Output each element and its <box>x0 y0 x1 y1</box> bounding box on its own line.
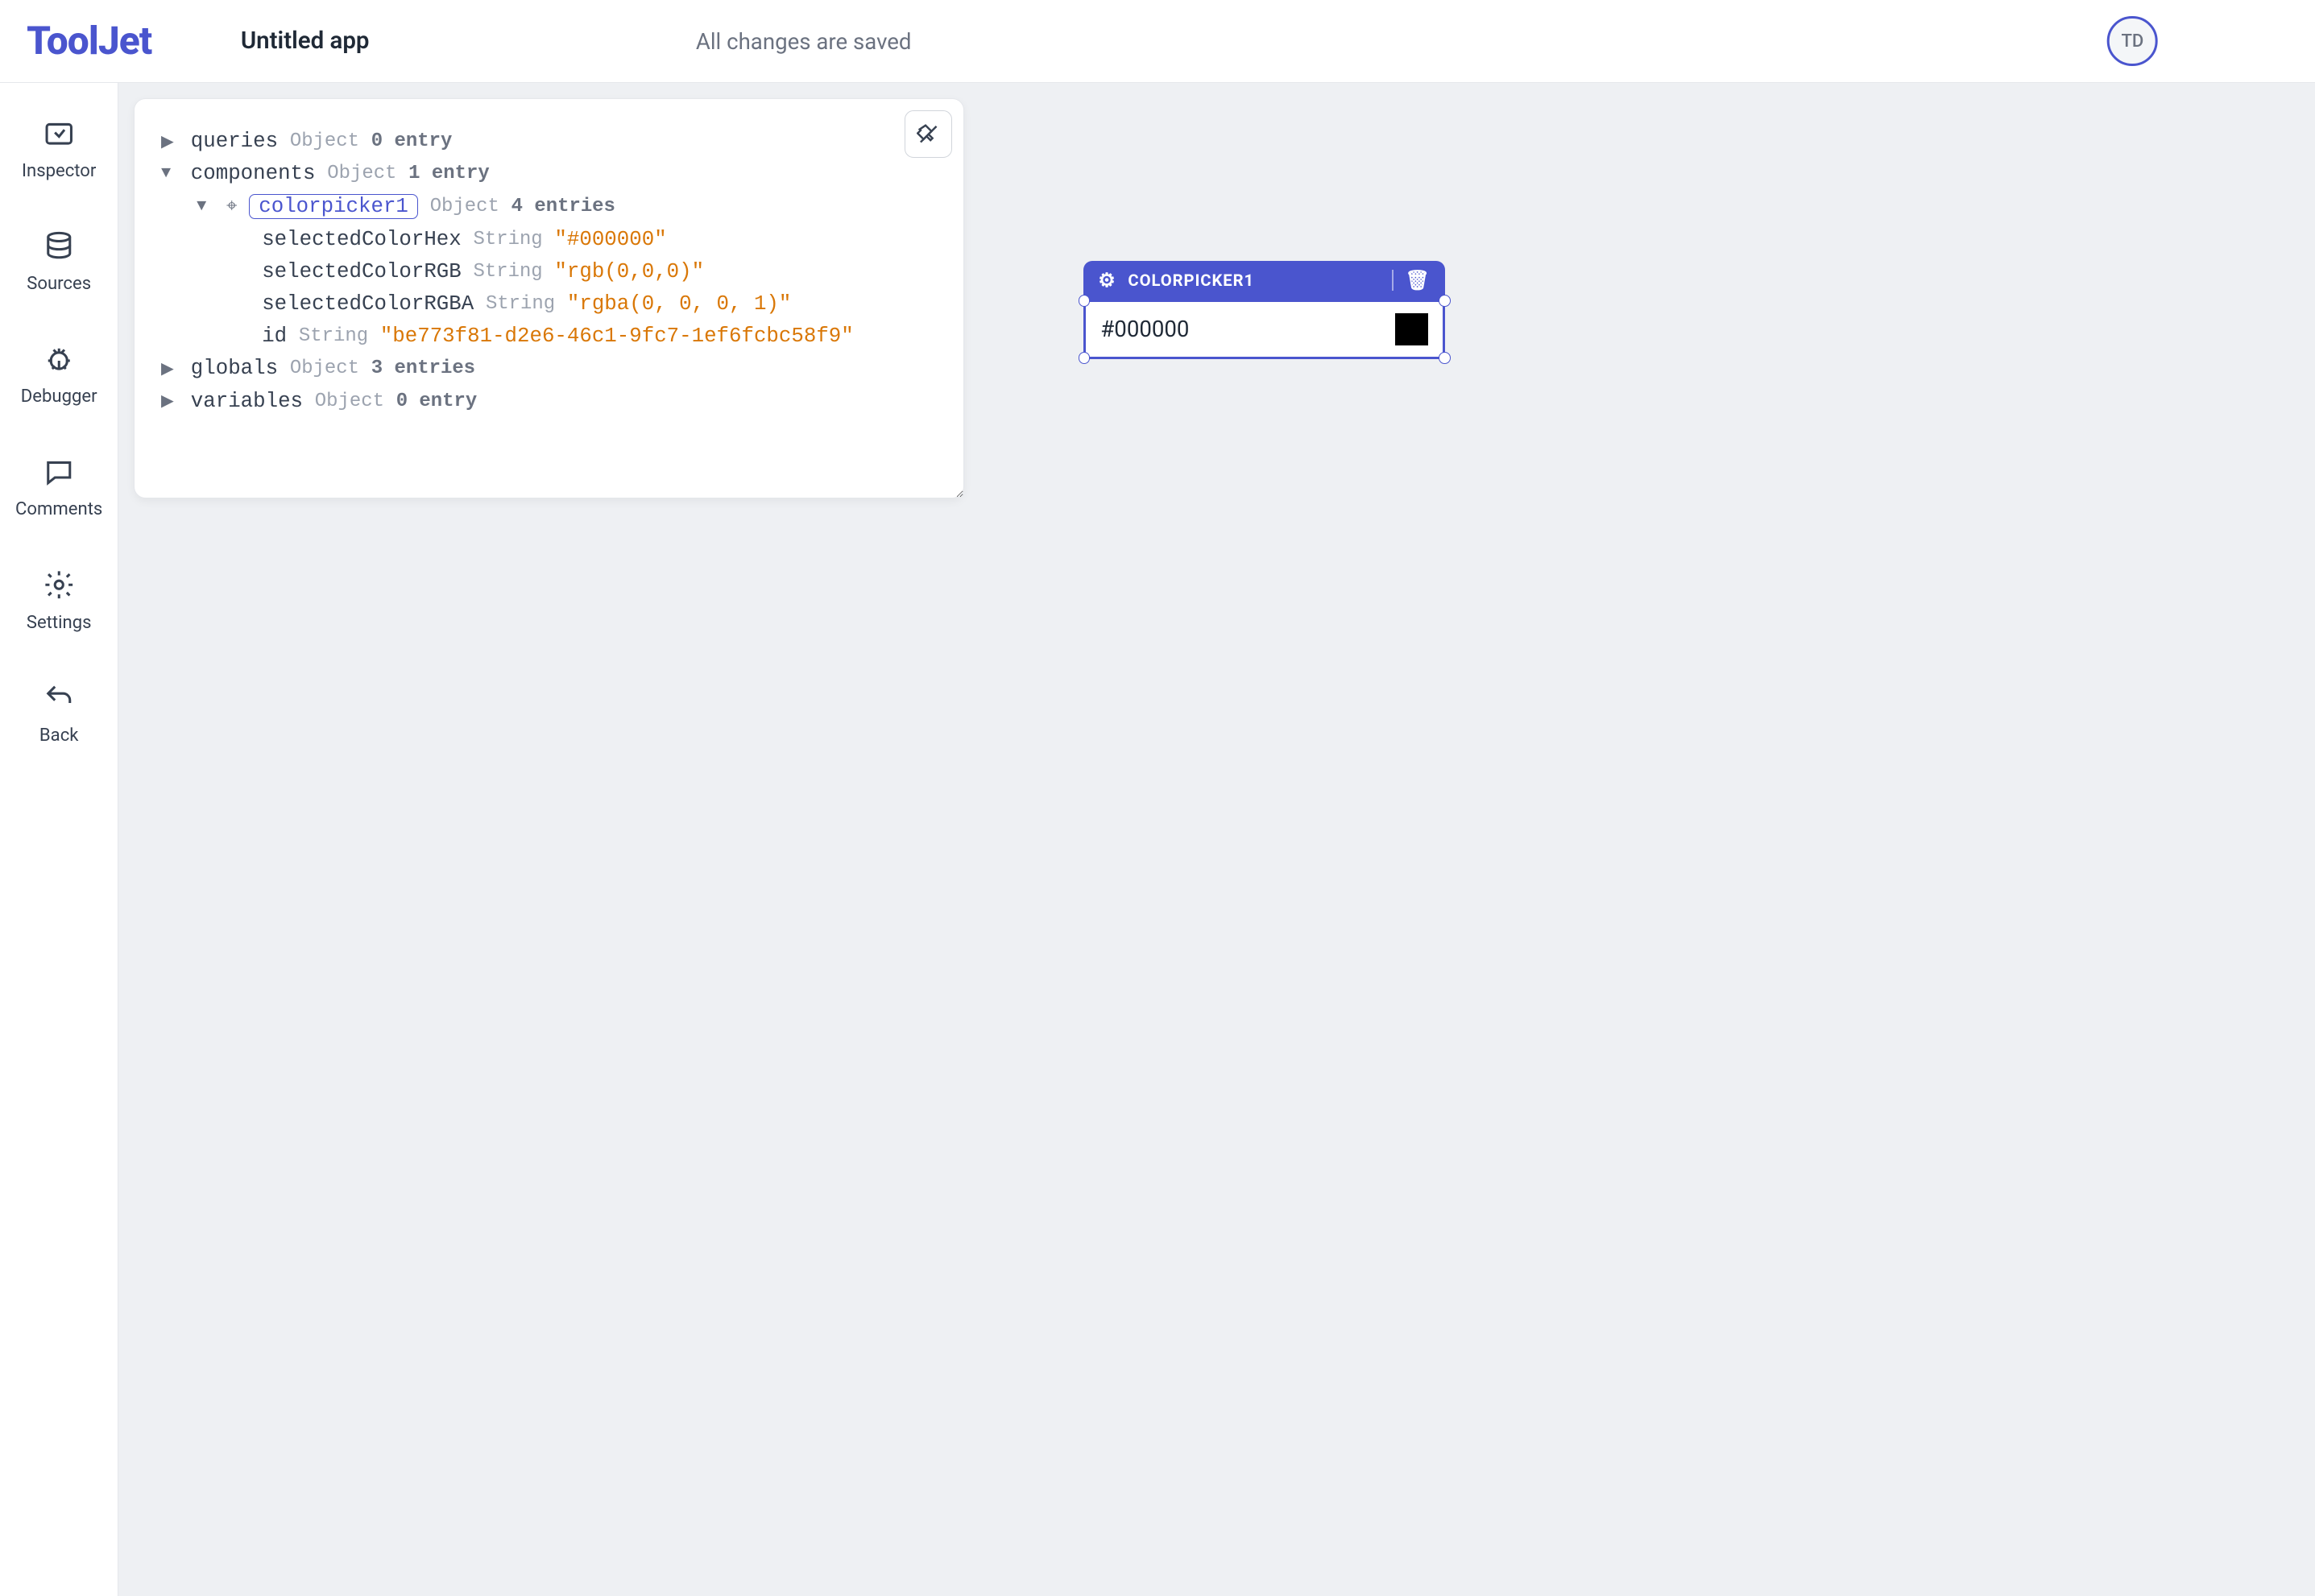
inspector-panel: ▶ queries Object 0 entry ▼ components Object 1 … <box>134 98 965 498</box>
tree-count: 3 entries <box>371 358 475 379</box>
brand-logo[interactable]: ToolJet <box>27 19 151 64</box>
rail-item-sources[interactable]: Sources <box>0 220 118 303</box>
gear-icon <box>41 567 77 602</box>
rail-item-debugger[interactable]: Debugger <box>0 333 118 416</box>
trash-icon[interactable]: 🗑 <box>1406 269 1431 291</box>
rail-item-inspector[interactable]: Inspector <box>0 107 118 190</box>
tree-type: Object <box>315 391 384 412</box>
caret-right-icon[interactable]: ▶ <box>161 358 179 379</box>
back-arrow-icon <box>41 680 77 716</box>
tree-row[interactable]: ▶ globals Object 3 entries <box>147 353 940 385</box>
resize-handle-br[interactable] <box>1439 352 1451 364</box>
rail-label: Inspector <box>22 160 96 181</box>
component-badge[interactable]: colorpicker1 <box>249 194 418 219</box>
canvas[interactable]: ▶ queries Object 0 entry ▼ components Object 1 … <box>118 83 2315 1596</box>
tree-row[interactable]: ▶ variables Object 0 entry <box>147 385 940 417</box>
chat-icon <box>41 454 77 490</box>
avatar[interactable]: TD <box>2107 16 2158 67</box>
database-icon <box>41 229 77 264</box>
bug-icon <box>41 341 77 377</box>
tree-type: Object <box>290 130 359 152</box>
tree-row[interactable]: ▼ components Object 1 entry <box>147 158 940 190</box>
left-rail: Inspector Sources Debugger Comments Sett… <box>0 83 118 1596</box>
tree-key: selectedColorRGBA <box>262 292 474 316</box>
link-icon: ⌖ <box>226 196 237 218</box>
rail-label: Back <box>39 725 79 746</box>
color-swatch[interactable] <box>1395 313 1428 346</box>
tree-row[interactable]: selectedColorHex String "#000000" <box>147 224 940 256</box>
rail-item-comments[interactable]: Comments <box>0 445 118 528</box>
tree-count: 0 entry <box>396 391 478 412</box>
tree-type: String <box>473 261 542 283</box>
tree-count: 0 entry <box>371 130 453 152</box>
tree-row[interactable]: id String "be773f81-d2e6-46c1-9fc7-1ef6fcb… <box>147 320 940 353</box>
tree-type: Object <box>327 163 396 184</box>
tree-type: Object <box>430 196 499 217</box>
tree-type: String <box>473 229 542 250</box>
save-status: All changes are saved <box>696 28 912 55</box>
resize-handle-tl[interactable] <box>1079 295 1091 307</box>
tree-type: String <box>486 293 555 315</box>
resize-handle-tr[interactable] <box>1439 295 1451 307</box>
resize-handle-bl[interactable] <box>1079 352 1091 364</box>
tree-count: 1 entry <box>408 163 490 184</box>
tree-row[interactable]: selectedColorRGB String "rgb(0,0,0)" <box>147 256 940 288</box>
tree-key: selectedColorRGB <box>262 260 462 283</box>
tree-type: String <box>299 325 368 347</box>
tree-row[interactable]: ▼ ⌖ colorpicker1 Object 4 entries <box>147 190 940 224</box>
tree-key: queries <box>191 130 278 153</box>
rail-label: Comments <box>15 498 102 519</box>
component-header-label: COLORPICKER1 <box>1128 271 1254 290</box>
divider <box>1392 270 1394 291</box>
rail-item-settings[interactable]: Settings <box>0 558 118 641</box>
tree-value: "rgba(0, 0, 0, 1)" <box>567 292 791 316</box>
tree-value: "rgb(0,0,0)" <box>554 260 704 283</box>
tree-row[interactable]: selectedColorRGBA String "rgba(0, 0, 0, 1)… <box>147 288 940 320</box>
inspector-icon <box>41 116 77 151</box>
tree-value: "be773f81-d2e6-46c1-9fc7-1ef6fcbc58f9" <box>380 325 854 348</box>
rail-item-back[interactable]: Back <box>0 672 118 755</box>
tree-key: globals <box>191 357 278 380</box>
tree-key: variables <box>191 390 303 413</box>
tree-type: Object <box>290 358 359 379</box>
tree-key: selectedColorHex <box>262 228 462 251</box>
rail-label: Settings <box>27 612 92 633</box>
canvas-component-colorpicker[interactable]: ⚙ COLORPICKER1 🗑 #000000 <box>1083 261 1446 359</box>
tree-value: "#000000" <box>554 228 666 251</box>
tree-row[interactable]: ▶ queries Object 0 entry <box>147 126 940 158</box>
tree-count: 4 entries <box>511 196 615 217</box>
tree-key: components <box>191 162 316 185</box>
rail-label: Sources <box>27 273 91 294</box>
caret-down-icon[interactable]: ▼ <box>197 197 214 216</box>
app-name[interactable]: Untitled app <box>241 27 370 55</box>
caret-right-icon[interactable]: ▶ <box>161 131 179 152</box>
colorpicker-value: #000000 <box>1100 316 1189 342</box>
rail-label: Debugger <box>21 386 97 407</box>
pin-icon <box>917 122 940 146</box>
colorpicker-body[interactable]: #000000 <box>1083 300 1446 359</box>
tree-key: id <box>262 325 287 348</box>
main: Inspector Sources Debugger Comments Sett… <box>0 83 2315 1596</box>
brand-text: ToolJet <box>27 19 151 64</box>
component-header: ⚙ COLORPICKER1 🗑 <box>1083 261 1446 300</box>
caret-down-icon[interactable]: ▼ <box>161 164 179 183</box>
topbar: ToolJet Untitled app All changes are sav… <box>0 0 2315 83</box>
caret-right-icon[interactable]: ▶ <box>161 391 179 411</box>
pin-button[interactable] <box>905 110 952 158</box>
gear-icon[interactable]: ⚙ <box>1098 269 1116 291</box>
